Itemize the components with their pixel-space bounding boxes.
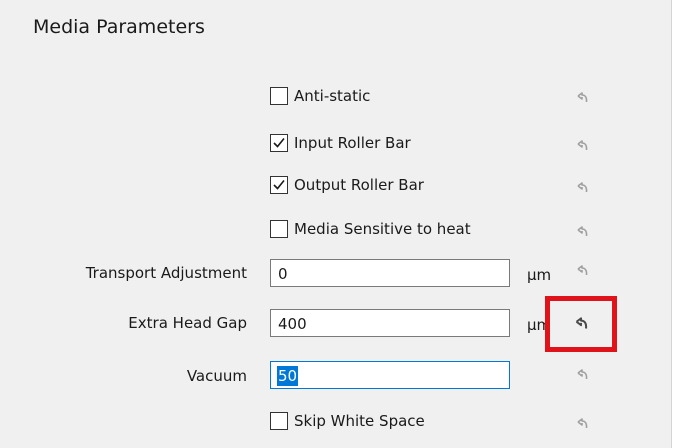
- reset-anti-static-icon[interactable]: [574, 90, 590, 106]
- transport-adjustment-label: Transport Adjustment: [85, 264, 247, 282]
- input-roller-bar-checkbox[interactable]: [270, 134, 288, 152]
- checkmark-icon: [273, 179, 285, 190]
- transport-adjustment-value: 0: [278, 265, 288, 283]
- reset-input-roller-bar-icon[interactable]: [574, 138, 590, 154]
- transport-adjustment-input[interactable]: 0: [270, 259, 510, 287]
- output-roller-bar-checkbox[interactable]: [270, 176, 288, 194]
- reset-extra-head-gap-icon[interactable]: [572, 315, 590, 333]
- transport-adjustment-unit: µm: [527, 266, 552, 284]
- reset-media-sensitive-icon[interactable]: [574, 224, 590, 240]
- vacuum-label: Vacuum: [186, 367, 247, 385]
- scrollbar-track[interactable]: [671, 0, 684, 448]
- anti-static-label: Anti-static: [294, 87, 371, 105]
- reset-transport-adjustment-icon[interactable]: [574, 263, 590, 279]
- media-parameters-panel: Media Parameters Anti-static Input Rolle…: [0, 0, 671, 448]
- skip-white-space-checkbox[interactable]: [270, 412, 288, 430]
- skip-white-space-label: Skip White Space: [294, 412, 425, 430]
- extra-head-gap-label: Extra Head Gap: [128, 314, 247, 332]
- reset-vacuum-icon[interactable]: [574, 367, 590, 383]
- extra-head-gap-input[interactable]: 400: [270, 309, 510, 337]
- section-title: Media Parameters: [33, 16, 205, 38]
- highlighted-reset-area: [545, 296, 617, 352]
- media-sensitive-to-heat-label: Media Sensitive to heat: [294, 220, 471, 238]
- output-roller-bar-label: Output Roller Bar: [294, 176, 424, 194]
- reset-skip-white-space-icon[interactable]: [574, 416, 590, 432]
- anti-static-checkbox[interactable]: [270, 87, 288, 105]
- checkmark-icon: [273, 137, 285, 148]
- media-sensitive-to-heat-checkbox[interactable]: [270, 220, 288, 238]
- extra-head-gap-value: 400: [278, 315, 307, 333]
- input-roller-bar-label: Input Roller Bar: [294, 134, 411, 152]
- vacuum-input[interactable]: 50: [270, 361, 510, 389]
- reset-output-roller-bar-icon[interactable]: [574, 180, 590, 196]
- vacuum-value: 50: [277, 366, 299, 386]
